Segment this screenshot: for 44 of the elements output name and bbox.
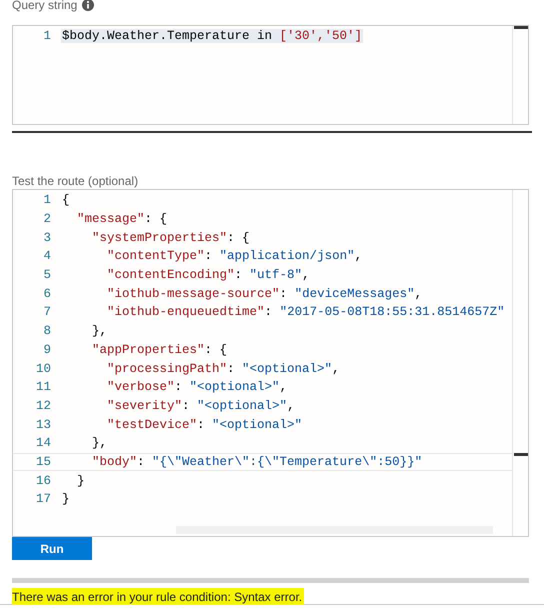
line-number: 1 bbox=[42, 193, 51, 208]
line-number: 12 bbox=[34, 398, 51, 413]
code-line: "systemProperties": { bbox=[91, 230, 251, 245]
code-line: "processingPath": "<optional>", bbox=[106, 362, 341, 376]
code-line: "message": { bbox=[76, 212, 168, 226]
run-button[interactable]: Run bbox=[12, 537, 92, 560]
code-line: "contentEncoding": "utf-8", bbox=[106, 268, 311, 282]
line-number: 16 bbox=[34, 474, 51, 488]
code-line: { bbox=[61, 193, 71, 208]
field-label: Test the route (optional) bbox=[12, 173, 138, 189]
line-number: 1 bbox=[42, 29, 51, 44]
line-number: 13 bbox=[34, 418, 51, 432]
line-number: 10 bbox=[34, 362, 51, 376]
info-icon[interactable] bbox=[82, 0, 94, 11]
field-label: Query string bbox=[12, 0, 78, 13]
code-line: "iothub-message-source": "deviceMessages", bbox=[106, 286, 424, 301]
line-number: 7 bbox=[42, 305, 51, 320]
line-number: 14 bbox=[34, 436, 51, 450]
error-message: There was an error in your rule condition: Syntax error. bbox=[12, 588, 304, 605]
line-number: 11 bbox=[34, 380, 51, 394]
code-line: } bbox=[76, 474, 86, 488]
code-line: "severity": "<optional>", bbox=[106, 398, 296, 413]
code-line: "body": "{\"Weather\":{\"Temperature\":50}}" bbox=[91, 454, 424, 469]
code-line: } bbox=[61, 492, 71, 506]
code-line: }, bbox=[91, 436, 108, 450]
code-editor[interactable]: 1 $body.Weather.Temperature in ['30','50'] bbox=[12, 25, 529, 125]
scrollbar[interactable] bbox=[512, 26, 528, 124]
line-number: 9 bbox=[42, 342, 51, 357]
line-number: 4 bbox=[42, 249, 51, 264]
code-line: "testDevice": "<optional>" bbox=[106, 418, 304, 432]
code-line: "verbose": "<optional>", bbox=[106, 380, 288, 394]
code-line: }, bbox=[91, 324, 108, 338]
line-number: 8 bbox=[42, 324, 51, 338]
code-line: "contentType": "application/json", bbox=[106, 249, 364, 264]
line-number: 2 bbox=[42, 212, 51, 226]
scrollbar[interactable] bbox=[512, 190, 528, 536]
line-number: 5 bbox=[42, 268, 51, 282]
code-line: "appProperties": { bbox=[91, 342, 228, 357]
line-number: 15 bbox=[34, 454, 51, 469]
code-line: "iothub-enqueuedtime": "2017-05-08T18:55:31.8514657Z" bbox=[106, 305, 506, 320]
line-number: 6 bbox=[42, 286, 51, 301]
line-number: 17 bbox=[34, 492, 51, 506]
code-editor[interactable] bbox=[12, 189, 529, 537]
line-number: 3 bbox=[42, 230, 51, 245]
